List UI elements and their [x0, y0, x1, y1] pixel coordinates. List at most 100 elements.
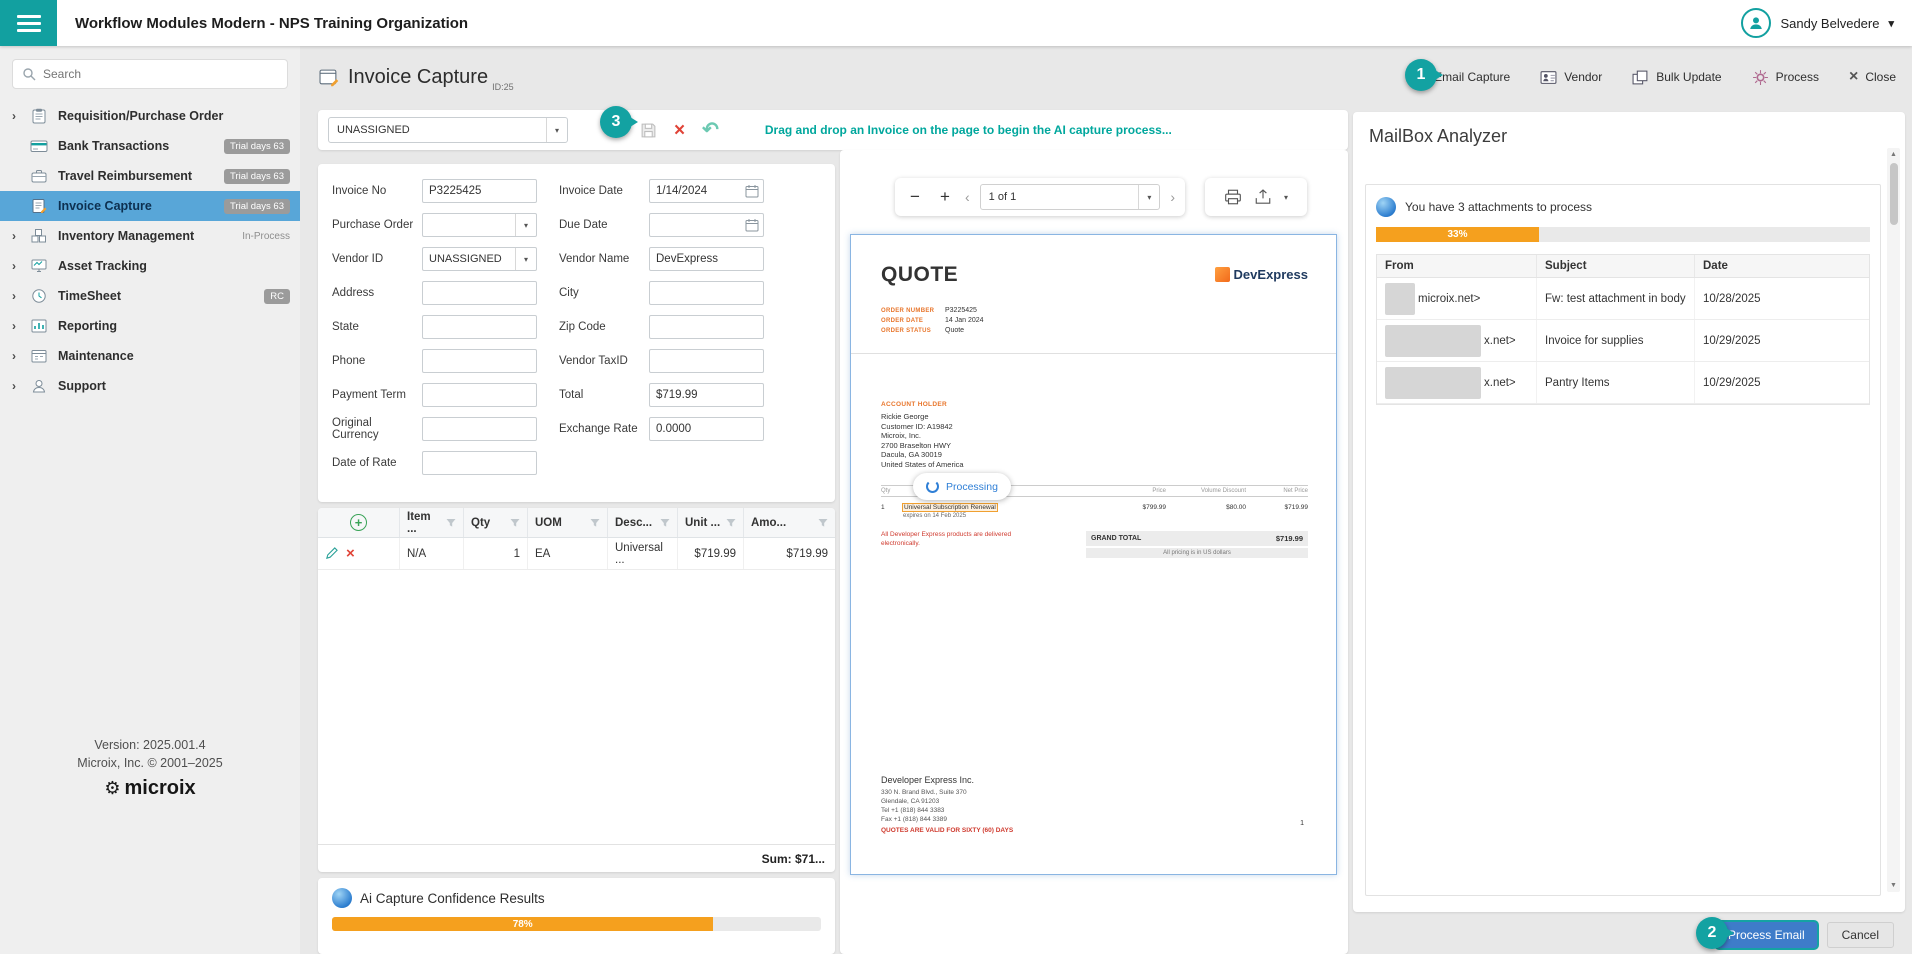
sidebar-item-invoice-capture[interactable]: Invoice Capture Trial days 63 — [0, 191, 300, 221]
vendor-taxid-input[interactable] — [649, 349, 764, 373]
bulk-update-button[interactable]: Bulk Update — [1632, 70, 1721, 85]
payment-term-input[interactable] — [422, 383, 537, 407]
chevron-right-icon: › — [8, 259, 20, 273]
page-select[interactable]: 1 of 1 ▾ — [980, 184, 1161, 210]
address-input[interactable] — [422, 281, 537, 305]
column-header: Desc... — [615, 517, 652, 529]
sidebar-search[interactable] — [12, 59, 288, 89]
status-dropdown-value: UNASSIGNED — [337, 124, 410, 136]
total-input[interactable] — [649, 383, 764, 407]
zip-code-input[interactable] — [649, 315, 764, 339]
sidebar-item-label: Maintenance — [58, 349, 290, 363]
sidebar-item-label: Inventory Management — [58, 229, 235, 243]
filter-icon[interactable] — [590, 518, 600, 528]
mailbox-status-text: You have 3 attachments to process — [1405, 200, 1592, 214]
form-column-right: Invoice Date Due Date Vendor Name City Z… — [559, 179, 764, 475]
scroll-up-icon[interactable]: ▲ — [1887, 148, 1900, 161]
undo-icon[interactable]: ↶ — [702, 120, 719, 140]
edit-row-icon[interactable] — [325, 547, 338, 560]
user-menu[interactable]: Sandy Belvedere ▾ — [1741, 8, 1894, 38]
prev-page-icon[interactable]: ‹ — [965, 189, 970, 205]
search-input[interactable] — [43, 67, 278, 81]
mailbox-row[interactable]: x.net> Pantry Items 10/29/2025 — [1377, 362, 1869, 404]
form-column-left: Invoice No Purchase Order ▾ Vendor ID UN… — [332, 179, 537, 475]
vendor-button[interactable]: Vendor — [1540, 70, 1602, 85]
sidebar-item-inventory-management[interactable]: › Inventory Management In-Process — [0, 221, 300, 251]
chevron-right-icon: › — [8, 289, 20, 303]
trial-badge: Trial days 63 — [224, 169, 290, 184]
microix-logo: ⚙microix — [0, 779, 300, 797]
field-label: Due Date — [559, 219, 649, 231]
original-currency-input[interactable] — [422, 417, 537, 441]
sidebar-item-requisition-purchase-order[interactable]: › Requisition/Purchase Order — [0, 101, 300, 131]
invoice-no-input[interactable] — [422, 179, 537, 203]
sidebar-item-travel-reimbursement[interactable]: Travel Reimbursement Trial days 63 — [0, 161, 300, 191]
calendar-icon[interactable] — [745, 218, 759, 232]
field-label: Zip Code — [559, 321, 649, 333]
grid-data-row[interactable]: × N/A 1 EA Universal ... $719.99 $719.99 — [318, 538, 835, 570]
field-label: Total — [559, 389, 649, 401]
annotation-step-3: 3 — [600, 106, 632, 138]
status-dropdown[interactable]: UNASSIGNED ▾ — [328, 117, 568, 143]
asset-icon — [27, 257, 51, 275]
zoom-out-icon[interactable]: − — [905, 187, 925, 207]
cell-unit-price: $719.99 — [678, 538, 744, 569]
date-of-rate-input[interactable] — [422, 451, 537, 475]
add-row-icon[interactable]: + — [350, 514, 367, 531]
next-page-icon[interactable]: › — [1170, 189, 1175, 205]
print-icon[interactable] — [1224, 189, 1242, 205]
scroll-down-icon[interactable]: ▼ — [1887, 879, 1900, 892]
delivery-note: All Developer Express products are deliv… — [881, 531, 1031, 548]
confidence-title: Ai Capture Confidence Results — [360, 891, 545, 906]
vendor-id-select[interactable]: UNASSIGNED▾ — [422, 247, 537, 271]
process-gear-icon — [1752, 69, 1769, 86]
filter-icon[interactable] — [510, 518, 520, 528]
delete-icon[interactable]: × — [674, 121, 685, 140]
mailbox-row[interactable]: x.net> Invoice for supplies 10/29/2025 — [1377, 320, 1869, 362]
search-icon — [22, 67, 36, 81]
sidebar-item-asset-tracking[interactable]: › Asset Tracking — [0, 251, 300, 281]
user-name: Sandy Belvedere — [1780, 16, 1879, 31]
close-button[interactable]: × Close — [1849, 69, 1896, 85]
hamburger-menu-icon[interactable] — [0, 0, 57, 46]
sidebar-item-timesheet[interactable]: › TimeSheet RC — [0, 281, 300, 311]
purchase-order-select[interactable]: ▾ — [422, 213, 537, 237]
filter-icon[interactable] — [818, 518, 828, 528]
bulk-update-icon — [1632, 70, 1649, 85]
city-input[interactable] — [649, 281, 764, 305]
mailbox-row[interactable]: microix.net> Fw: test attachment in body… — [1377, 278, 1869, 320]
vendor-icon — [1540, 70, 1557, 85]
filter-icon[interactable] — [660, 518, 670, 528]
app-header: Workflow Modules Modern - NPS Training O… — [0, 0, 1912, 46]
calendar-icon[interactable] — [745, 184, 759, 198]
filter-icon[interactable] — [446, 518, 456, 528]
vendor-name-input[interactable] — [649, 247, 764, 271]
phone-input[interactable] — [422, 349, 537, 373]
scrollbar-thumb[interactable] — [1890, 163, 1898, 225]
copyright-text: Microix, Inc. © 2001–2025 — [0, 754, 300, 772]
export-icon[interactable] — [1254, 189, 1272, 205]
sidebar-item-bank-transactions[interactable]: Bank Transactions Trial days 63 — [0, 131, 300, 161]
sidebar-item-reporting[interactable]: › Reporting — [0, 311, 300, 341]
cancel-button[interactable]: Cancel — [1827, 922, 1894, 948]
delete-row-icon[interactable]: × — [346, 546, 355, 561]
process-button[interactable]: Process — [1752, 69, 1819, 86]
field-label: State — [332, 321, 422, 333]
capture-control-bar: UNASSIGNED ▾ × ↶ Drag and drop an Invoic… — [318, 110, 1348, 150]
sidebar-item-support[interactable]: › Support — [0, 371, 300, 401]
confidence-progressbar: 78% — [332, 917, 821, 931]
filter-icon[interactable] — [726, 518, 736, 528]
reporting-icon — [27, 317, 51, 335]
chevron-down-icon[interactable]: ▾ — [1284, 193, 1288, 202]
close-icon: × — [1849, 69, 1858, 85]
column-header: Qty — [471, 517, 490, 529]
sidebar-item-maintenance[interactable]: › Maintenance — [0, 341, 300, 371]
state-input[interactable] — [422, 315, 537, 339]
exchange-rate-input[interactable] — [649, 417, 764, 441]
zoom-in-icon[interactable]: + — [935, 187, 955, 207]
trial-badge: Trial days 63 — [224, 139, 290, 154]
scrollbar[interactable]: ▲ ▼ — [1887, 148, 1900, 892]
ai-confidence-panel: Ai Capture Confidence Results 78% — [318, 878, 835, 954]
save-icon[interactable] — [640, 122, 657, 139]
quote-document[interactable]: QUOTE DevExpress ORDER NUMBERP3225425 OR… — [850, 234, 1337, 875]
